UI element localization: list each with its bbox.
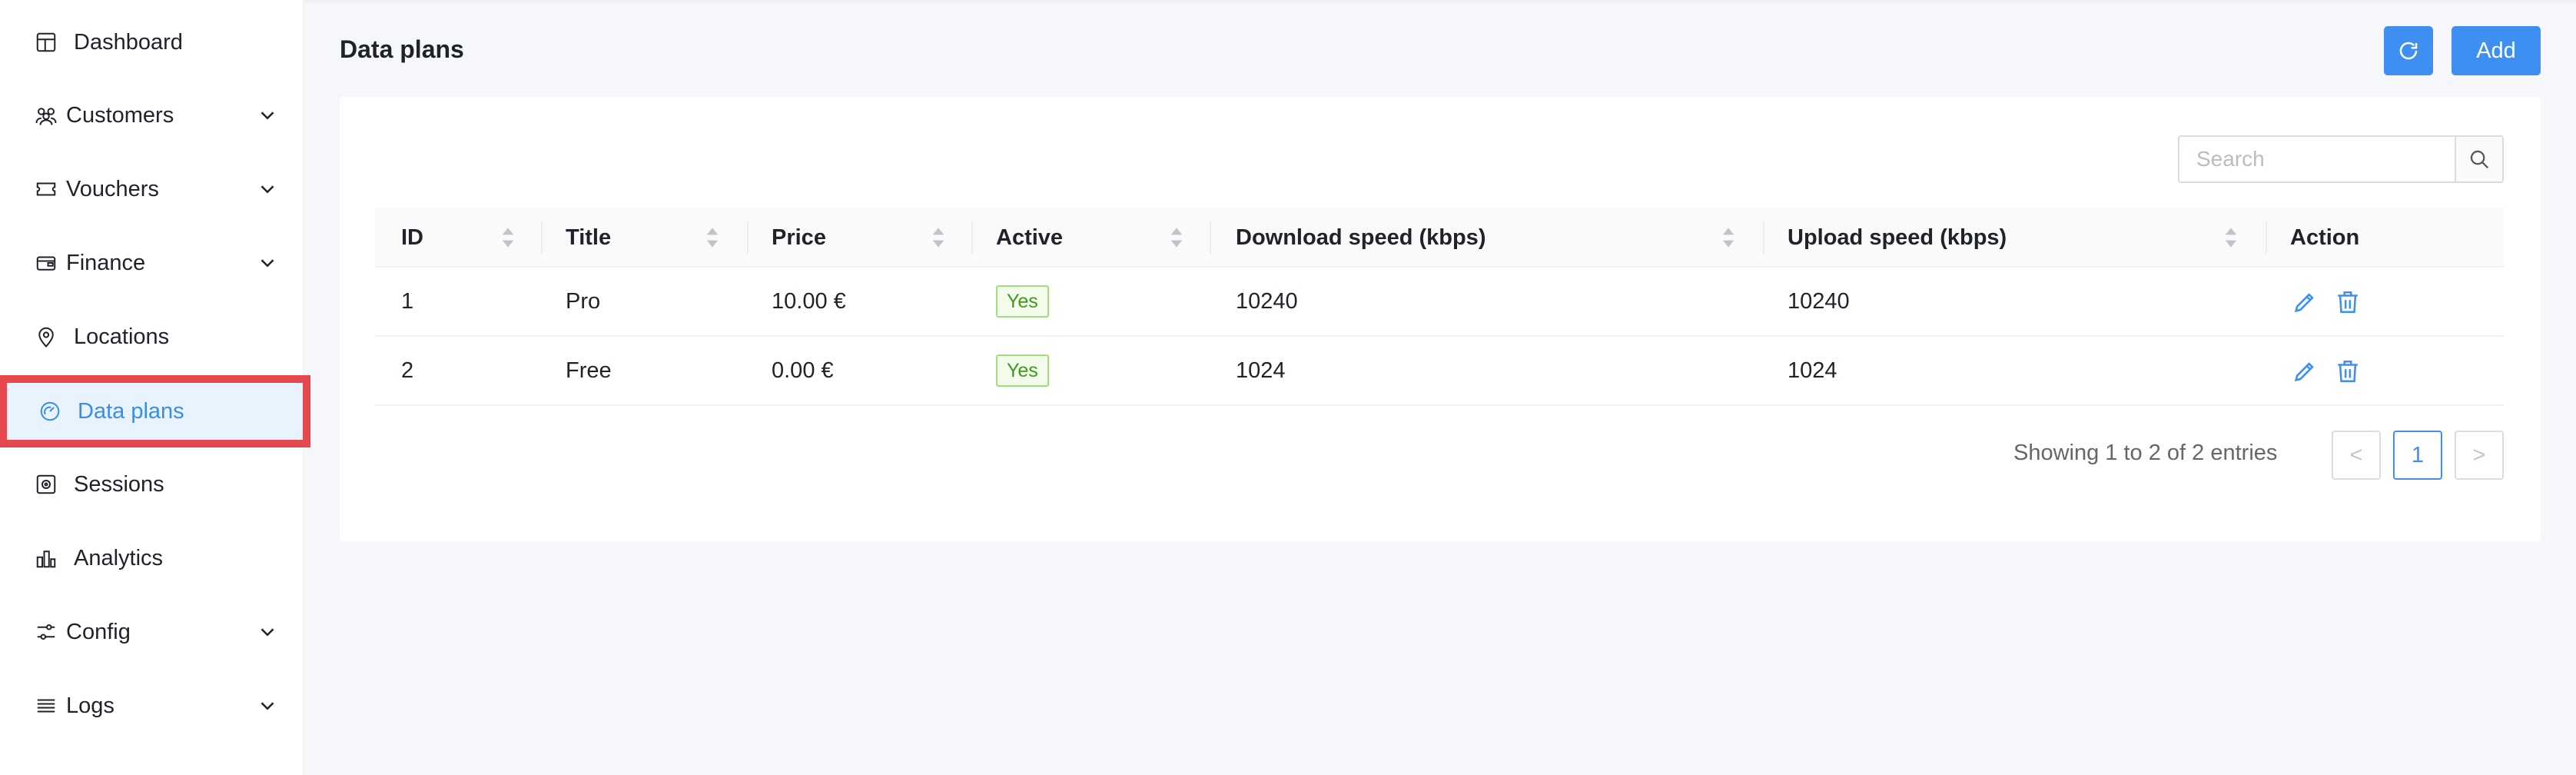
- table-row: 2 Free 0.00 € Yes 1024 1024: [375, 337, 2504, 406]
- chevron-down-icon: [261, 259, 274, 268]
- edit-icon[interactable]: [2292, 289, 2318, 315]
- sliders-icon: [32, 618, 60, 646]
- column-header-title[interactable]: Title: [566, 208, 611, 268]
- topbar-divider: [304, 0, 2576, 5]
- cell-price: 0.00 €: [772, 358, 834, 383]
- edit-icon[interactable]: [2292, 358, 2318, 384]
- chevron-down-icon: [261, 185, 274, 194]
- column-divider: [2266, 221, 2267, 254]
- delete-icon[interactable]: [2335, 289, 2361, 315]
- page-1-button[interactable]: 1: [2393, 431, 2442, 480]
- layout-icon: [32, 28, 60, 56]
- cell-id: 1: [401, 288, 414, 314]
- sidebar-item-sessions[interactable]: Sessions: [0, 453, 304, 516]
- sort-icon[interactable]: [1170, 226, 1183, 249]
- page-title: Data plans: [340, 35, 464, 63]
- prev-page-button[interactable]: <: [2332, 431, 2381, 480]
- gauge-icon: [36, 397, 64, 425]
- sort-icon[interactable]: [501, 226, 515, 249]
- column-header-action: Action: [2290, 225, 2360, 250]
- sidebar-item-finance[interactable]: Finance: [0, 231, 304, 294]
- users-icon: [32, 101, 60, 129]
- search-input[interactable]: [2178, 135, 2456, 183]
- sidebar-item-label: Analytics: [74, 545, 164, 570]
- search-icon: [2470, 150, 2489, 169]
- sidebar-item-label: Locations: [74, 324, 170, 349]
- sidebar-item-locations[interactable]: Locations: [0, 305, 304, 368]
- search-button[interactable]: [2455, 135, 2504, 183]
- column-divider: [1763, 221, 1764, 254]
- column-header-price[interactable]: Price: [772, 208, 826, 268]
- sidebar-item-label: Dashboard: [74, 29, 183, 55]
- column-divider: [747, 221, 749, 254]
- sidebar-item-label: Customers: [66, 102, 174, 128]
- cell-id: 2: [401, 358, 414, 383]
- map-pin-icon: [32, 323, 60, 351]
- chevron-down-icon: [261, 111, 274, 120]
- column-divider: [541, 221, 543, 254]
- sidebar-item-label: Logs: [66, 693, 115, 718]
- sort-icon[interactable]: [1721, 226, 1735, 249]
- sidebar-item-data-plans[interactable]: Data plans: [0, 375, 310, 447]
- sidebar-item-dashboard[interactable]: Dashboard: [0, 11, 304, 74]
- bar-chart-icon: [32, 544, 60, 572]
- cell-price: 10.00 €: [772, 288, 846, 314]
- cell-upload-speed: 10240: [1788, 288, 1850, 314]
- list-icon: [32, 692, 60, 720]
- sidebar-item-label: Sessions: [74, 471, 164, 497]
- column-divider: [1210, 221, 1211, 254]
- sidebar-item-logs[interactable]: Logs: [0, 674, 304, 737]
- sidebar-item-vouchers[interactable]: Vouchers: [0, 158, 304, 221]
- refresh-icon: [2399, 42, 2418, 60]
- column-header-id[interactable]: ID: [401, 208, 423, 268]
- sort-icon[interactable]: [2224, 226, 2238, 249]
- column-header-download-speed[interactable]: Download speed (kbps): [1236, 208, 1486, 268]
- sidebar-item-config[interactable]: Config: [0, 600, 304, 664]
- cell-download-speed: 1024: [1236, 358, 1286, 383]
- status-badge: Yes: [996, 285, 1049, 318]
- sidebar-item-analytics[interactable]: Analytics: [0, 527, 304, 590]
- pagination-summary: Showing 1 to 2 of 2 entries: [2013, 441, 2278, 465]
- chevron-down-icon: [261, 628, 274, 637]
- column-divider: [971, 221, 973, 254]
- session-icon: [32, 471, 60, 498]
- sidebar-item-label: Finance: [66, 250, 146, 275]
- ticket-icon: [32, 175, 60, 203]
- table-header: ID Title Price Active Download speed (kb…: [375, 208, 2504, 268]
- cell-upload-speed: 1024: [1788, 358, 1837, 383]
- chevron-down-icon: [261, 702, 274, 710]
- delete-icon[interactable]: [2335, 358, 2361, 384]
- sort-icon[interactable]: [705, 226, 719, 249]
- column-header-upload-speed[interactable]: Upload speed (kbps): [1788, 208, 2007, 268]
- table-row: 1 Pro 10.00 € Yes 10240 10240: [375, 268, 2504, 337]
- cell-title: Pro: [566, 288, 601, 314]
- cell-title: Free: [566, 358, 612, 383]
- status-badge: Yes: [996, 354, 1049, 387]
- sort-icon[interactable]: [931, 226, 945, 249]
- sidebar-item-label: Data plans: [78, 398, 184, 424]
- wallet-icon: [32, 249, 60, 277]
- add-button[interactable]: Add: [2452, 26, 2541, 75]
- column-header-active[interactable]: Active: [996, 208, 1063, 268]
- next-page-button[interactable]: >: [2455, 431, 2504, 480]
- sidebar-item-label: Config: [66, 619, 131, 644]
- refresh-button[interactable]: [2384, 26, 2433, 75]
- sidebar-item-label: Vouchers: [66, 176, 159, 201]
- sidebar: Dashboard Customers Vouchers Finance Loc…: [0, 0, 310, 775]
- cell-download-speed: 10240: [1236, 288, 1298, 314]
- sidebar-item-customers[interactable]: Customers: [0, 84, 304, 147]
